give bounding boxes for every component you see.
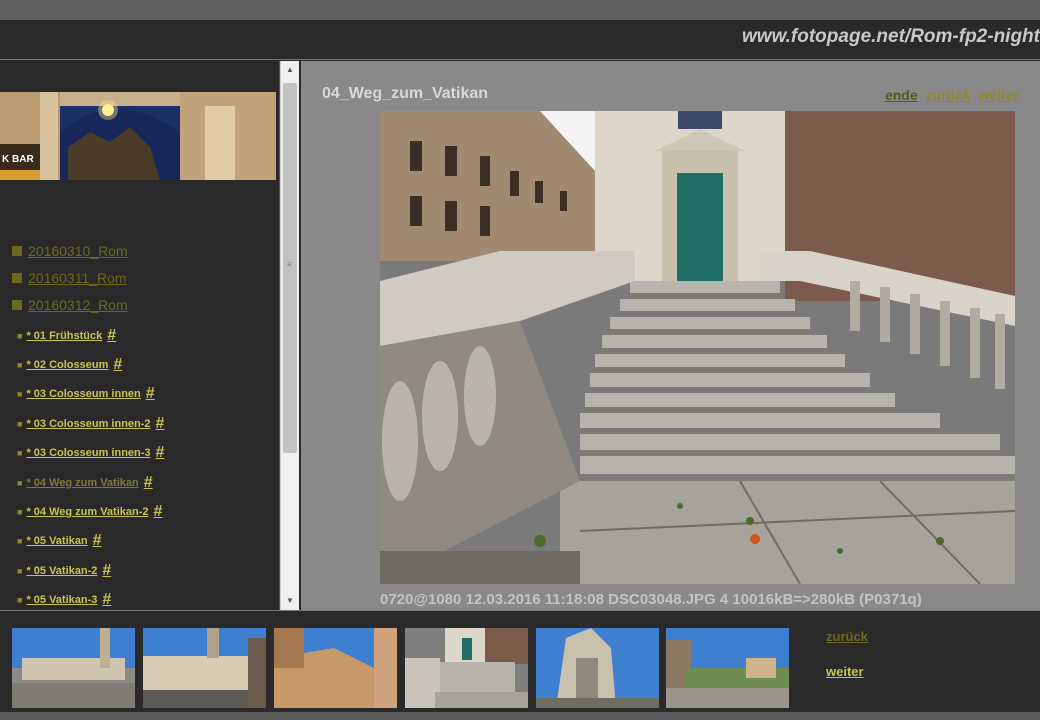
bottom-bar xyxy=(0,712,1040,720)
date-link[interactable]: 20160312_Rom xyxy=(28,297,128,313)
filmstrip-back-link[interactable]: zurück xyxy=(826,629,868,644)
anchor-link[interactable]: # xyxy=(102,562,111,580)
album-link[interactable]: * 03 Colosseum innen xyxy=(26,388,140,400)
site-header: www.fotopage.net/Rom-fp2-night xyxy=(0,20,1040,60)
date-link[interactable]: 20160311_Rom xyxy=(28,270,127,286)
top-strip xyxy=(0,0,1040,20)
bullet-icon: ■ xyxy=(17,360,23,371)
album-link[interactable]: * 05 Vatikan xyxy=(26,535,87,547)
bullet-icon: ■ xyxy=(17,565,23,576)
bullet-icon: ■ xyxy=(17,507,23,518)
date-item: 20160310_Rom xyxy=(12,237,277,264)
square-bullet-icon xyxy=(12,299,22,310)
photo-viewer: 04_Weg_zum_Vatikan ende zurück weiter 07… xyxy=(301,61,1040,610)
filmstrip-next-link[interactable]: weiter xyxy=(826,664,864,679)
date-item: 20160311_Rom xyxy=(12,264,277,291)
grip-icon: ≡ xyxy=(287,260,292,269)
thumbnail[interactable] xyxy=(12,628,135,708)
anchor-link[interactable]: # xyxy=(146,385,155,403)
sidebar: K BAR 20160310_Rom 20160311_Rom 20160312… xyxy=(0,61,280,610)
square-bullet-icon xyxy=(12,245,22,256)
sidebar-scrollbar[interactable]: ▲ ≡ ▼ xyxy=(280,61,299,610)
thumbnail[interactable] xyxy=(536,628,659,708)
thumbnail[interactable] xyxy=(666,628,789,708)
site-url: www.fotopage.net/Rom-fp2-night xyxy=(742,26,1040,47)
filmstrip: zurück weiter xyxy=(0,610,1040,720)
next-link[interactable]: weiter xyxy=(979,87,1019,103)
bullet-icon: ■ xyxy=(17,536,23,547)
square-bullet-icon xyxy=(12,272,22,283)
anchor-link[interactable]: # xyxy=(93,532,102,550)
scroll-up-arrow-icon[interactable]: ▲ xyxy=(281,61,299,79)
anchor-link[interactable]: # xyxy=(156,444,165,462)
main-photo[interactable] xyxy=(380,111,1015,584)
bullet-icon: ■ xyxy=(17,418,23,429)
svg-text:K BAR: K BAR xyxy=(2,154,34,165)
bullet-icon: ■ xyxy=(17,477,23,488)
album-item-current: ■ * 04 Weg zum Vatikan # xyxy=(12,468,277,497)
back-link[interactable]: zurück xyxy=(926,87,971,103)
thumbnail[interactable] xyxy=(143,628,266,708)
anchor-link[interactable]: # xyxy=(154,503,163,521)
album-link[interactable]: * 03 Colosseum innen-3 xyxy=(26,447,150,459)
album-link[interactable]: * 01 Frühstück xyxy=(26,330,102,342)
album-link[interactable]: * 02 Colosseum xyxy=(26,359,108,371)
bullet-icon: ■ xyxy=(17,448,23,459)
album-item: ■ * 03 Colosseum innen-3 # xyxy=(12,439,277,468)
album-item: ■ * 05 Vatikan # xyxy=(12,527,277,556)
anchor-link[interactable]: # xyxy=(144,474,153,492)
album-link-current[interactable]: * 04 Weg zum Vatikan xyxy=(26,477,138,489)
album-item: ■ * 05 Vatikan-3 # xyxy=(12,586,277,610)
album-item: ■ * 05 Vatikan-2 # xyxy=(12,556,277,585)
bullet-icon: ■ xyxy=(17,595,23,606)
end-link[interactable]: ende xyxy=(885,87,918,103)
album-link[interactable]: * 05 Vatikan-2 xyxy=(26,565,97,577)
date-link[interactable]: 20160310_Rom xyxy=(28,243,128,259)
photo-info: 0720@1080 12.03.2016 11:18:08 DSC03048.J… xyxy=(380,591,922,608)
bullet-icon: ■ xyxy=(17,330,23,341)
album-nav: 20160310_Rom 20160311_Rom 20160312_Rom ■… xyxy=(12,237,277,610)
album-link[interactable]: * 04 Weg zum Vatikan-2 xyxy=(26,506,148,518)
album-item: ■ * 01 Frühstück # xyxy=(12,321,277,350)
album-link[interactable]: * 03 Colosseum innen-2 xyxy=(26,418,150,430)
album-item: ■ * 03 Colosseum innen-2 # xyxy=(12,409,277,438)
photo-title: 04_Weg_zum_Vatikan xyxy=(322,85,489,102)
anchor-link[interactable]: # xyxy=(107,327,116,345)
thumbnail[interactable] xyxy=(274,628,397,708)
sidebar-photo: K BAR xyxy=(0,92,276,180)
anchor-link[interactable]: # xyxy=(156,415,165,433)
photo-nav: ende zurück weiter xyxy=(881,87,1019,103)
album-link[interactable]: * 05 Vatikan-3 xyxy=(26,594,97,606)
album-item: ■ * 03 Colosseum innen # xyxy=(12,380,277,409)
album-item: ■ * 04 Weg zum Vatikan-2 # xyxy=(12,497,277,526)
anchor-link[interactable]: # xyxy=(113,356,122,374)
thumbnail-current[interactable] xyxy=(405,628,528,708)
anchor-link[interactable]: # xyxy=(102,591,111,609)
date-item: 20160312_Rom xyxy=(12,291,277,318)
scroll-down-arrow-icon[interactable]: ▼ xyxy=(281,592,299,610)
album-item: ■ * 02 Colosseum # xyxy=(12,350,277,379)
bullet-icon: ■ xyxy=(17,389,23,400)
scroll-thumb[interactable]: ≡ xyxy=(283,83,297,453)
